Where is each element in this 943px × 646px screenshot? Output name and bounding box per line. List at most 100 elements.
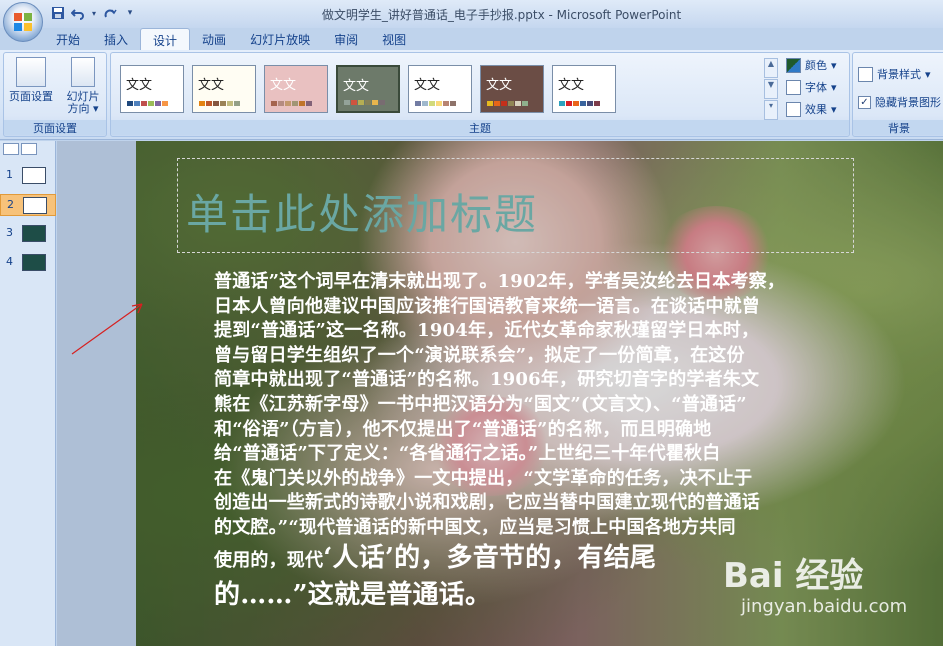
slide-number: 1 <box>6 168 13 181</box>
body-line: 日本人曾向他建议中国应该推行国语教育来统一语言。在谈话中就曾 <box>214 295 760 317</box>
body-line: 简章中就出现了“普通话”的名称。1906年，研究切音字的学者朱文 <box>214 369 760 391</box>
colors-label: 颜色 <box>805 59 827 72</box>
slide-thumbnail-row[interactable]: 2 <box>0 194 56 216</box>
body-line: 使用的，现代‘人话’的，多音节的，有结尾 <box>214 541 894 578</box>
slide-number: 2 <box>7 198 14 211</box>
page-setup-label: 页面设置 <box>9 90 53 103</box>
gallery-more-button[interactable]: ▾ <box>764 100 778 120</box>
ribbon-tabs: 开始 插入 设计 动画 幻灯片放映 审阅 视图 <box>44 28 418 50</box>
body-line-big: ‘人话’的，多音节的，有结尾 <box>323 542 657 573</box>
slide-thumbnail[interactable] <box>22 167 46 184</box>
theme-thumb-2[interactable]: 文文 <box>192 65 256 113</box>
slide-orientation-icon <box>71 57 95 87</box>
slide-thumbnail-row[interactable]: 3 <box>0 223 56 245</box>
body-line: 的……”这就是普通话。 <box>214 579 492 610</box>
theme-colors-button[interactable]: 颜色 ▾ <box>786 56 837 74</box>
theme-thumb-7[interactable]: 文文 <box>552 65 616 113</box>
gallery-down-button[interactable]: ▼ <box>764 79 778 99</box>
body-line: 给“普通话”下了定义：“各省通行之话。”上世纪三十年代瞿秋白 <box>214 443 721 465</box>
page-setup-icon <box>16 57 46 87</box>
hide-background-label: 隐藏背景图形 <box>875 96 941 109</box>
slide-orientation-button[interactable]: 幻灯片 方向 ▾ <box>58 57 108 115</box>
slide-number: 3 <box>6 226 13 239</box>
theme-thumb-text: 文文 <box>558 78 585 93</box>
theme-fonts-button[interactable]: 字体 ▾ <box>786 78 837 96</box>
tab-animations[interactable]: 动画 <box>190 28 238 50</box>
themes-group-label: 主题 <box>111 120 849 135</box>
effects-icon <box>786 101 801 117</box>
theme-thumb-5[interactable]: 文文 <box>408 65 472 113</box>
tab-view[interactable]: 视图 <box>370 28 418 50</box>
theme-swatches <box>559 101 600 106</box>
title-placeholder[interactable]: 单击此处添加标题 <box>177 158 854 253</box>
body-line: 创造出一些新式的诗歌小说和戏剧，它应当替中国建立现代的普通话 <box>214 492 760 514</box>
tab-design[interactable]: 设计 <box>140 28 191 50</box>
background-group-label: 背景 <box>853 120 943 135</box>
fonts-icon <box>786 79 801 95</box>
slide-thumbnail-row[interactable]: 1 <box>0 165 56 187</box>
theme-thumb-text: 文文 <box>198 78 225 93</box>
pane-tabs <box>0 141 55 157</box>
slides-tab[interactable] <box>3 143 19 155</box>
office-button[interactable] <box>3 2 43 42</box>
gallery-up-button[interactable]: ▲ <box>764 58 778 78</box>
slide-thumbnail[interactable] <box>22 254 46 271</box>
slide-thumbnail[interactable] <box>23 197 47 214</box>
slide-thumbnail[interactable] <box>22 225 46 242</box>
body-line: 提到“普通话”这一名称。1904年，近代女革命家秋瑾留学日本时， <box>214 320 760 342</box>
page-setup-group: 页面设置 幻灯片 方向 ▾ 页面设置 <box>3 52 107 137</box>
window-title: 做文明学生_讲好普通话_电子手抄报.pptx - Microsoft Power… <box>321 8 682 22</box>
hide-background-checkbox[interactable]: ✓ <box>858 95 871 109</box>
background-styles-button[interactable]: 背景样式 ▾ <box>858 66 931 82</box>
theme-swatches <box>415 101 456 106</box>
colors-icon <box>786 57 801 73</box>
outline-tab[interactable] <box>21 143 37 155</box>
theme-thumb-4[interactable]: 文文 <box>336 65 400 113</box>
theme-thumb-text: 文文 <box>343 79 370 94</box>
slide-thumbnail-row[interactable]: 4 <box>0 252 56 274</box>
body-line: 熊在《江苏新字母》一书中把汉语分为“国文”(文言文)、“普通话” <box>214 393 747 415</box>
ribbon: 页面设置 幻灯片 方向 ▾ 页面设置 文文 文文 文文 文文 文文 文文 文文 … <box>0 50 943 140</box>
theme-thumb-text: 文文 <box>270 78 297 93</box>
body-line: 的文腔。”“现代普通话的新中国文，应当是习惯上中国各地方共同 <box>214 516 736 538</box>
body-line: 和“俗语”（方言），他不仅提出了“普通话”的名称，而且明确地 <box>214 418 712 440</box>
theme-effects-button[interactable]: 效果 ▾ <box>786 100 837 118</box>
slides-pane: 1 2 3 4 <box>0 141 56 646</box>
theme-thumb-6[interactable]: 文文 <box>480 65 544 113</box>
slide-number: 4 <box>6 255 13 268</box>
tab-review[interactable]: 审阅 <box>322 28 370 50</box>
orientation-label-2: 方向 <box>67 102 90 115</box>
hide-background-graphics[interactable]: ✓ 隐藏背景图形 <box>858 94 941 110</box>
page-setup-button[interactable]: 页面设置 <box>6 57 56 103</box>
theme-thumb-3[interactable]: 文文 <box>264 65 328 113</box>
body-line: 普通话”这个词早在清末就出现了。1902年，学者吴汝纶去日本考察， <box>214 271 786 292</box>
slide-title: 单击此处添加标题 <box>186 190 539 239</box>
background-styles-icon <box>858 66 873 82</box>
effects-label: 效果 <box>805 103 827 116</box>
theme-swatches <box>487 101 528 106</box>
theme-thumb-1[interactable]: 文文 <box>120 65 184 113</box>
theme-thumb-text: 文文 <box>486 78 513 93</box>
fonts-label: 字体 <box>805 81 827 94</box>
annotation-arrow-icon <box>71 303 143 355</box>
theme-swatches <box>127 101 168 106</box>
body-line: 曾与留日学生组织了一个“演说联系会”，拟定了一份简章，在这份 <box>214 344 745 366</box>
theme-swatches <box>271 101 312 106</box>
background-styles-label: 背景样式 <box>877 68 921 81</box>
page-setup-group-label: 页面设置 <box>4 120 106 135</box>
slide-body-text[interactable]: 普通话”这个词早在清末就出现了。1902年，学者吴汝纶去日本考察， 日本人曾向他… <box>214 270 894 612</box>
title-bar: ▾ ▾ 做文明学生_讲好普通话_电子手抄报.pptx - Microsoft P… <box>0 0 943 28</box>
themes-group: 文文 文文 文文 文文 文文 文文 文文 主题 <box>110 52 850 137</box>
office-logo-icon <box>14 13 32 31</box>
tab-slideshow[interactable]: 幻灯片放映 <box>238 28 322 50</box>
body-line: 在《鬼门关以外的战争》一文中提出，“文学革命的任务，决不止于 <box>214 467 753 489</box>
theme-swatches <box>344 100 385 105</box>
theme-thumb-text: 文文 <box>126 78 153 93</box>
gallery-scroll: ▲ ▼ ▾ <box>764 58 778 120</box>
theme-thumb-text: 文文 <box>414 78 441 93</box>
slide[interactable]: 单击此处添加标题 普通话”这个词早在清末就出现了。1902年，学者吴汝纶去日本考… <box>136 141 943 646</box>
tab-insert[interactable]: 插入 <box>92 28 140 50</box>
body-line-small: 使用的，现代 <box>214 549 324 571</box>
tab-home[interactable]: 开始 <box>44 28 92 50</box>
theme-swatches <box>199 101 240 106</box>
